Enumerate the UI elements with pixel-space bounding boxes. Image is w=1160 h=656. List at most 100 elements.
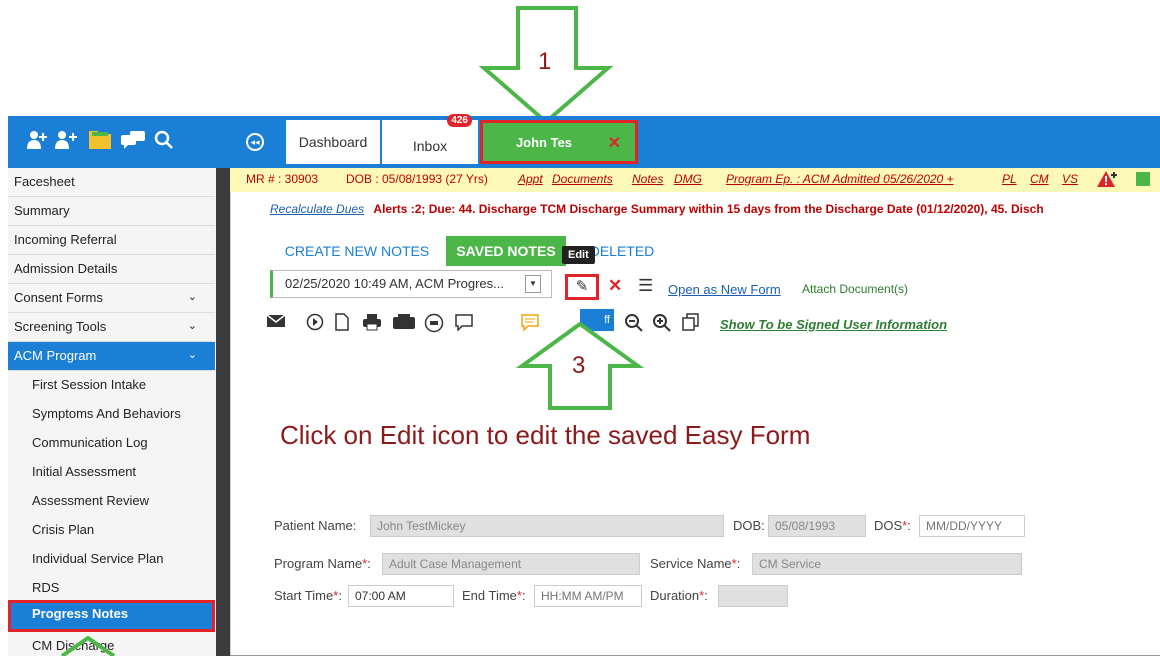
sidebar-subitem-assessment-review[interactable]: Assessment Review <box>8 487 215 516</box>
sidebar-subitem-initial-assessment[interactable]: Initial Assessment <box>8 458 215 487</box>
sidebar-subitem-label: Symptoms And Behaviors <box>32 406 181 421</box>
sidebar-subitem-label: First Session Intake <box>32 377 147 392</box>
saved-note-value: 02/25/2020 10:49 AM, ACM Progres... <box>285 276 504 291</box>
print-icon[interactable] <box>362 313 382 336</box>
note-icon[interactable] <box>1136 172 1150 186</box>
tab-inbox-label: Inbox <box>412 138 448 154</box>
sidebar-item-label: ACM Program <box>14 348 97 363</box>
pdf-icon[interactable] <box>334 313 350 336</box>
sidebar-subitem-label: Crisis Plan <box>32 522 95 537</box>
fax-icon[interactable] <box>392 313 416 336</box>
service-name-field: CM Service <box>752 553 1022 575</box>
edit-icon: ✎ <box>575 278 589 295</box>
search-icon[interactable] <box>154 130 174 154</box>
start-time-field[interactable]: 07:00 AM <box>348 585 454 607</box>
sidebar-item-incoming-referral[interactable]: Incoming Referral <box>8 226 215 255</box>
notes-link[interactable]: Notes <box>632 172 663 186</box>
tab-create-new-notes[interactable]: CREATE NEW NOTES <box>278 236 436 266</box>
callout-number-3: 3 <box>572 352 586 379</box>
sidebar-subitem-label: Initial Assessment <box>32 464 137 479</box>
email-icon[interactable] <box>266 313 286 334</box>
zoom-in-icon[interactable] <box>652 313 672 338</box>
sidebar-item-label: Admission Details <box>14 261 118 276</box>
tab-deleted-label: DELETED <box>589 243 655 259</box>
folder-icon[interactable] <box>88 130 112 154</box>
chevron-down-icon: ⌄ <box>187 320 197 332</box>
tab-patient[interactable]: John Tes ✕ <box>480 120 638 164</box>
vc-icon[interactable] <box>424 313 444 338</box>
attach-documents-link[interactable]: Attach Document(s) <box>802 282 908 296</box>
play-icon[interactable] <box>306 313 324 336</box>
cm-link[interactable]: CM <box>1030 172 1049 186</box>
patient-name-label: Patient Name: <box>274 518 357 533</box>
tab-dashboard[interactable]: Dashboard <box>286 120 380 164</box>
sidebar-subitem-label: Assessment Review <box>32 493 150 508</box>
show-to-be-signed-link[interactable]: Show To be Signed User Information <box>720 317 947 332</box>
sidebar-subitem-individual-service-plan[interactable]: Individual Service Plan <box>8 545 215 574</box>
sidebar-item-consent-forms[interactable]: Consent Forms ⌄ <box>8 284 215 313</box>
sidebar-subitem-label: Progress Notes <box>32 606 129 621</box>
comment-icon[interactable] <box>454 313 474 336</box>
recalculate-dues-link[interactable]: Recalculate Dues <box>270 202 364 216</box>
sidebar-item-screening-tools[interactable]: Screening Tools ⌄ <box>8 313 215 342</box>
sidebar-item-acm-program[interactable]: ACM Program ⌄ <box>8 342 215 371</box>
edit-tooltip: Edit <box>562 246 595 264</box>
sidebar-subitem-rds[interactable]: RDS <box>8 574 215 603</box>
program-name-field: Adult Case Management <box>382 553 640 575</box>
sidebar-item-label: Consent Forms <box>14 290 103 305</box>
sidebar-item-label: Summary <box>14 203 70 218</box>
dmg-link[interactable]: DMG <box>674 172 702 186</box>
sidebar-item-label: Screening Tools <box>14 319 107 334</box>
callout-number-1: 1 <box>538 48 552 75</box>
tab-patient-label: John Tes <box>515 134 573 150</box>
back-icon[interactable]: ◂◂ <box>246 133 264 151</box>
chevron-down-icon: ⌄ <box>187 349 197 361</box>
start-time-label: Start Time*: <box>274 588 342 603</box>
sidebar-item-admission-details[interactable]: Admission Details <box>8 255 215 284</box>
close-tab-icon[interactable]: ✕ <box>608 133 621 153</box>
add-users-icon[interactable] <box>54 130 78 154</box>
documents-link[interactable]: Documents <box>552 172 613 186</box>
inbox-count-badge: 426 <box>447 114 472 127</box>
tab-inbox[interactable]: Inbox 426 <box>382 114 478 164</box>
sidebar-item-summary[interactable]: Summary <box>8 197 215 226</box>
add-user-icon[interactable] <box>26 130 48 154</box>
sidebar-subitem-crisis-plan[interactable]: Crisis Plan <box>8 516 215 545</box>
sidebar-item-facesheet[interactable]: Facesheet <box>8 168 215 197</box>
dropdown-arrow-icon[interactable]: ▼ <box>525 275 541 293</box>
delete-icon[interactable]: ✕ <box>608 276 622 296</box>
sidebar-subitem-label: Communication Log <box>32 435 148 450</box>
program-name-label: Program Name*: <box>274 556 371 571</box>
open-as-new-form-link[interactable]: Open as New Form <box>668 282 781 297</box>
appt-link[interactable]: Appt <box>518 172 543 186</box>
vs-link[interactable]: VS <box>1062 172 1078 186</box>
sidebar-subitem-symptoms-and-behaviors[interactable]: Symptoms And Behaviors <box>8 400 215 429</box>
sidebar-scrollbar[interactable] <box>216 168 230 656</box>
tab-saved-notes[interactable]: SAVED NOTES <box>446 236 566 266</box>
service-name-label: Service Name*: <box>650 556 741 571</box>
duration-field <box>718 585 788 607</box>
dos-input[interactable] <box>919 515 1025 537</box>
program-episode-link[interactable]: Program Ep. : ACM Admitted 05/26/2020 + <box>726 172 954 186</box>
tab-dashboard-label: Dashboard <box>298 134 368 150</box>
patient-name-field: John TestMickey <box>370 515 724 537</box>
instruction-text: Click on Edit icon to edit the saved Eas… <box>280 420 811 450</box>
patient-info-bar: MR # : 30903 DOB : 05/08/1993 (27 Yrs) A… <box>230 168 1160 192</box>
callout-arrow-2 <box>60 636 116 656</box>
dos-label: DOS*: <box>874 518 911 533</box>
edit-button[interactable]: ✎ <box>565 274 599 300</box>
end-time-label: End Time*: <box>462 588 526 603</box>
sidebar-subitem-communication-log[interactable]: Communication Log <box>8 429 215 458</box>
end-time-input[interactable] <box>534 585 642 607</box>
warning-icon[interactable] <box>1096 170 1118 191</box>
sidebar-subitem-progress-notes[interactable]: Progress Notes <box>8 600 215 632</box>
dob-label: DOB: <box>733 518 765 533</box>
chat-icon[interactable] <box>120 130 146 154</box>
saved-note-select[interactable]: 02/25/2020 10:49 AM, ACM Progres... ▼ <box>270 270 552 298</box>
copy-icon[interactable] <box>682 313 700 336</box>
pl-link[interactable]: PL <box>1002 172 1017 186</box>
top-bar: ◂◂ Dashboard Inbox 426 John Tes ✕ <box>8 114 1160 168</box>
sidebar: Facesheet Summary Incoming Referral Admi… <box>8 168 231 656</box>
sidebar-subitem-first-session-intake[interactable]: First Session Intake <box>8 371 215 400</box>
menu-icon[interactable]: ☰ <box>638 276 653 296</box>
